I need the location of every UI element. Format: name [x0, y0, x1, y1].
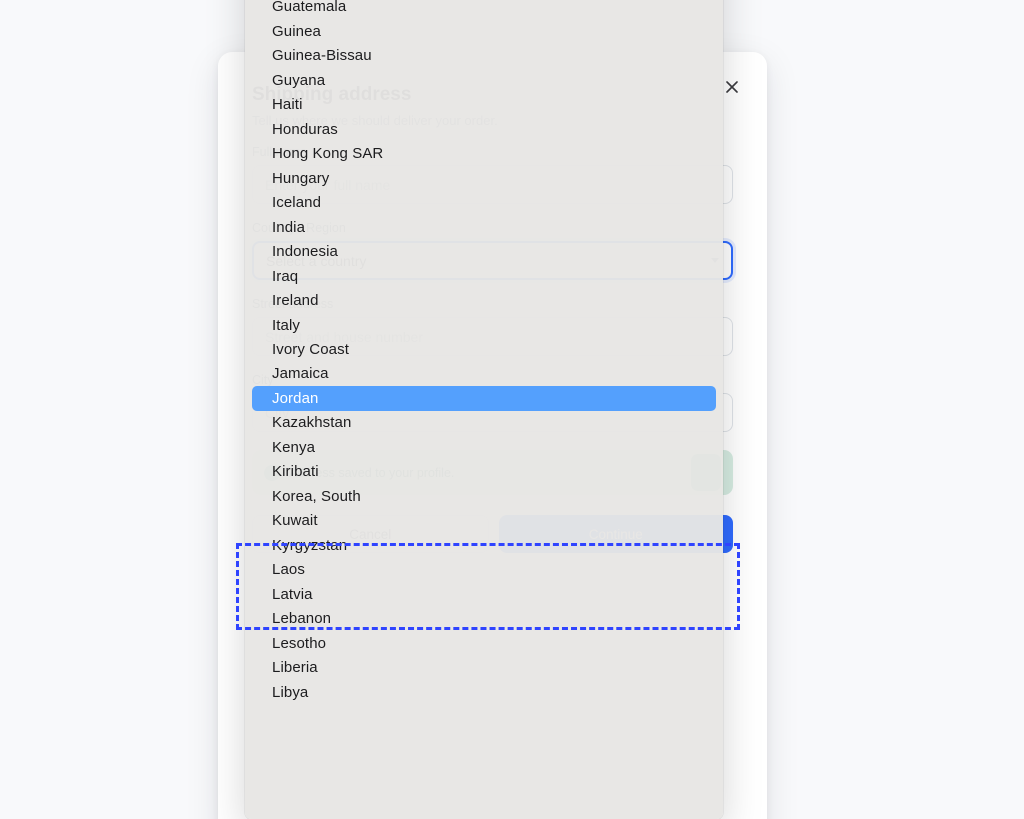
country-option-list: GabonGambiaGeorgiaGermanyGhanaGibraltarG… [245, 0, 723, 704]
country-option[interactable]: Guatemala [245, 0, 723, 19]
country-option[interactable]: Italy [245, 313, 723, 337]
country-select-dropdown[interactable]: GabonGambiaGeorgiaGermanyGhanaGibraltarG… [245, 0, 723, 819]
country-option[interactable]: Lebanon [245, 606, 723, 630]
country-option[interactable]: Kuwait [245, 509, 723, 533]
country-option[interactable]: Haiti [245, 93, 723, 117]
country-option[interactable]: Ireland [245, 288, 723, 312]
country-option[interactable]: Hong Kong SAR [245, 142, 723, 166]
country-option[interactable]: Libya [245, 680, 723, 704]
country-option[interactable]: India [245, 215, 723, 239]
country-option[interactable]: Guinea [245, 19, 723, 43]
country-option[interactable]: Guinea-Bissau [245, 44, 723, 68]
country-option[interactable]: Lesotho [245, 631, 723, 655]
country-option[interactable]: Kenya [245, 435, 723, 459]
country-option[interactable]: Kazakhstan [245, 411, 723, 435]
country-option[interactable]: Guyana [245, 68, 723, 92]
country-option-selected[interactable]: Jordan [252, 386, 716, 411]
country-option[interactable]: Korea, South [245, 484, 723, 508]
country-option[interactable]: Iraq [245, 264, 723, 288]
country-option[interactable]: Jamaica [245, 362, 723, 386]
country-option[interactable]: Hungary [245, 166, 723, 190]
close-icon[interactable] [721, 76, 743, 98]
country-option[interactable]: Kiribati [245, 460, 723, 484]
country-option[interactable]: Ivory Coast [245, 337, 723, 361]
country-option[interactable]: Indonesia [245, 239, 723, 263]
country-option[interactable]: Iceland [245, 190, 723, 214]
country-option[interactable]: Latvia [245, 582, 723, 606]
country-option[interactable]: Honduras [245, 117, 723, 141]
country-option[interactable]: Laos [245, 557, 723, 581]
country-option[interactable]: Kyrgyzstan [245, 533, 723, 557]
country-option[interactable]: Liberia [245, 655, 723, 679]
